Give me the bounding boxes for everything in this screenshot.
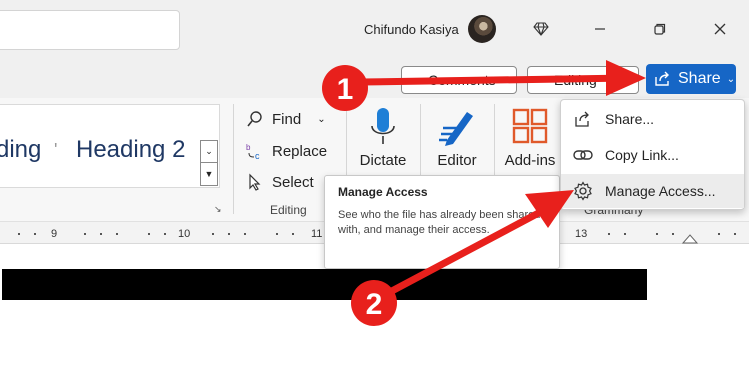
chevron-down-icon: ⌄ — [317, 113, 326, 125]
menu-item-copy-link-label: Copy Link... — [605, 147, 679, 163]
style-heading-2[interactable]: Heading 2 — [76, 136, 185, 164]
replace-icon: bc — [246, 142, 264, 160]
link-icon — [573, 145, 593, 165]
ruler-dot — [624, 233, 626, 235]
close-icon[interactable] — [708, 17, 732, 41]
microphone-icon — [368, 106, 398, 148]
ruler-dot — [228, 233, 230, 235]
ruler-dot — [148, 233, 150, 235]
style-heading-1[interactable]: ding — [0, 136, 41, 164]
ruler-dot — [292, 233, 294, 235]
addins-label: Add-ins — [504, 152, 556, 169]
ruler-dot — [608, 233, 610, 235]
tooltip-body: See who the file has already been shared… — [338, 209, 541, 236]
ruler-dot — [34, 233, 36, 235]
ruler-tick: 10 — [178, 228, 191, 240]
more-styles-icon[interactable]: ▼ — [201, 163, 217, 185]
search-icon — [246, 110, 264, 128]
avatar[interactable] — [468, 15, 496, 43]
ruler-tick: 9 — [51, 228, 58, 240]
editor-button[interactable]: Editor — [430, 104, 484, 169]
ruler-dot — [116, 233, 118, 235]
group-divider — [233, 104, 234, 214]
menu-item-manage-access-label: Manage Access... — [605, 183, 716, 199]
menu-item-share[interactable]: Share... — [561, 102, 744, 136]
share-icon — [654, 71, 672, 87]
ruler-tick: 13 — [575, 228, 588, 240]
ruler-tick: 11 — [311, 228, 323, 240]
addins-button[interactable]: Add-ins — [500, 104, 560, 169]
ruler-dot — [672, 233, 674, 235]
share-button[interactable]: Share ⌄ — [646, 64, 736, 94]
replace-label: Replace — [272, 142, 328, 160]
redacted-text — [2, 269, 647, 300]
restore-icon[interactable] — [648, 17, 672, 41]
ruler-dot — [84, 233, 86, 235]
svg-text:b: b — [246, 143, 251, 152]
share-menu: Share... Copy Link... Manage Access... — [560, 99, 745, 210]
ruler-dot — [656, 233, 658, 235]
cursor-icon — [246, 173, 264, 191]
editor-pen-icon — [437, 106, 477, 148]
menu-item-copy-link[interactable]: Copy Link... — [561, 138, 744, 172]
diamond-icon[interactable] — [529, 17, 553, 41]
search-box[interactable] — [0, 10, 180, 50]
editor-label: Editor — [437, 152, 477, 169]
gear-icon — [573, 181, 593, 201]
ruler-dot — [276, 233, 278, 235]
find-button[interactable]: Find ⌄ — [246, 106, 326, 132]
menu-item-manage-access[interactable]: Manage Access... — [561, 174, 744, 208]
dictate-button[interactable]: Dictate — [356, 104, 410, 169]
share-label: Share — [678, 70, 721, 87]
ruler-dot — [734, 233, 736, 235]
ruler-dot — [244, 233, 246, 235]
manage-access-tooltip: Manage Access See who the file has alrea… — [324, 175, 560, 269]
ruler-dot — [18, 233, 20, 235]
menu-item-share-label: Share... — [605, 111, 655, 127]
style-separator: ' — [54, 140, 58, 160]
user-name: Chifundo Kasiya — [364, 22, 459, 37]
ruler-dot — [718, 233, 720, 235]
editing-mode-button[interactable]: Editing — [527, 66, 639, 94]
svg-text:c: c — [255, 151, 260, 160]
replace-button[interactable]: bc Replace — [246, 138, 327, 164]
editing-mode-label: Editing — [554, 72, 597, 88]
ruler-dot — [164, 233, 166, 235]
editing-group-label: Editing — [270, 203, 307, 217]
minimize-icon[interactable] — [588, 17, 612, 41]
dictate-label: Dictate — [359, 152, 407, 169]
find-label: Find — [272, 110, 302, 128]
comments-button[interactable]: Comments — [401, 66, 517, 94]
comments-label: Comments — [428, 72, 496, 88]
chevron-down-icon[interactable]: ⌄ — [201, 141, 217, 163]
chevron-down-icon: ⌄ — [726, 73, 736, 85]
addins-grid-icon — [510, 106, 550, 148]
styles-scroll[interactable]: ⌄ ▼ — [200, 140, 218, 186]
select-button[interactable]: Select — [246, 169, 314, 195]
select-label: Select — [272, 173, 314, 191]
share-icon — [573, 109, 593, 129]
dialog-launcher-icon[interactable]: ↘ — [214, 204, 222, 215]
ruler-dot — [100, 233, 102, 235]
ruler-dot — [212, 233, 214, 235]
tooltip-title: Manage Access — [338, 185, 428, 199]
